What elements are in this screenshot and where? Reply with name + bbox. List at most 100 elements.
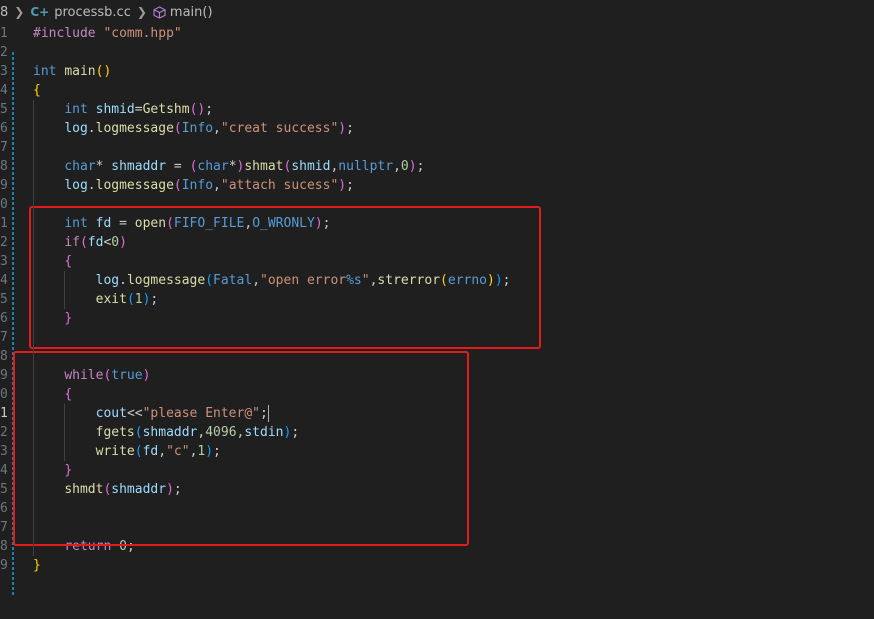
line-number: 9 (0, 178, 8, 193)
line-number: 8 (0, 159, 8, 174)
code-token: char (64, 159, 96, 174)
code-token: ; (416, 159, 425, 174)
line-number: 2 (0, 235, 8, 250)
code-token: } (33, 558, 41, 573)
line-number: 5 (0, 102, 8, 117)
code-line[interactable]: 9 log.logmessage(Info,"attach sucess"); (0, 176, 874, 195)
code-token: shmaddr (111, 159, 167, 174)
code-token: logmessage (95, 121, 174, 136)
code-token: logmessage (95, 178, 174, 193)
code-token: ( (173, 178, 182, 193)
code-token: . (87, 178, 96, 193)
line-number: 3 (0, 444, 8, 459)
indent-guide (64, 404, 66, 461)
code-token: . (87, 121, 96, 136)
code-token: () (95, 64, 112, 79)
line-code: int main() (33, 62, 111, 81)
code-token: ; (346, 121, 354, 136)
line-number: 4 (0, 273, 8, 288)
line-number: 7 (0, 330, 8, 345)
code-token: , (213, 121, 221, 136)
code-token: , (393, 159, 401, 174)
code-token: nullptr (338, 159, 394, 174)
code-token: int (33, 64, 57, 79)
code-token: ) (338, 178, 347, 193)
line-number: 3 (0, 254, 8, 269)
code-token: log (64, 178, 88, 193)
line-number: 6 (0, 311, 8, 326)
line-number: 6 (0, 121, 8, 136)
code-line[interactable]: 7 (0, 138, 874, 157)
chevron-right-icon: ❯ (136, 5, 147, 19)
line-number: 7 (0, 520, 8, 535)
code-token: ) (408, 159, 417, 174)
indent-guide (64, 271, 66, 309)
line-code: char* shmaddr = (char*)shmat(shmid,nullp… (33, 157, 424, 176)
code-line[interactable]: 9} (0, 556, 874, 575)
line-number: 6 (0, 501, 8, 516)
line-number: 2 (0, 425, 8, 440)
line-number: 1 (0, 406, 8, 421)
line-number: 1 (0, 26, 8, 41)
code-editor[interactable]: 1 #include "comm.hpp" 2 3 int main() 4{5 int … (0, 24, 874, 619)
line-code: { (33, 81, 41, 100)
line-code: } (33, 556, 41, 575)
line-number: 3 (0, 64, 8, 79)
code-token: shmat (244, 159, 284, 174)
line-number: 7 (0, 140, 8, 155)
line-number: 5 (0, 482, 8, 497)
code-token: "comm.hpp" (95, 26, 182, 41)
code-token: = (134, 102, 143, 117)
code-token: 0 (400, 159, 409, 174)
code-token: , (213, 178, 221, 193)
code-line[interactable]: 3 int main() (0, 62, 874, 81)
code-token: () (189, 102, 206, 117)
code-token: = (166, 159, 190, 174)
code-line[interactable]: 2 (0, 43, 874, 62)
code-line[interactable]: 8 char* shmaddr = (char*)shmat(shmid,nul… (0, 157, 874, 176)
code-line[interactable]: 5 int shmid=Getshm(); (0, 100, 874, 119)
breadcrumb-symbol[interactable]: main() (170, 5, 213, 20)
breadcrumb: 8 ❯ C+ processb.cc ❯ main() (0, 0, 874, 24)
code-line[interactable]: 4{ (0, 81, 874, 100)
code-token: * (95, 159, 112, 174)
line-number: 1 (0, 216, 8, 231)
line-code: int shmid=Getshm(); (33, 100, 213, 119)
line-number: 8 (0, 539, 8, 554)
line-code: log.logmessage(Info,"attach sucess"); (33, 176, 354, 195)
code-line[interactable]: 1 #include "comm.hpp" (0, 24, 874, 43)
line-number: 9 (0, 368, 8, 383)
code-token: Getshm (142, 102, 190, 117)
code-token: ; (205, 102, 214, 117)
code-token: ) (338, 121, 347, 136)
code-token: "creat success" (220, 121, 339, 136)
code-token: main (64, 64, 96, 79)
highlight-box-open-block (29, 206, 541, 349)
indent-guide (33, 100, 34, 556)
code-line[interactable]: 6 log.logmessage(Info,"creat success"); (0, 119, 874, 138)
code-token: char (197, 159, 229, 174)
code-token: ; (346, 178, 354, 193)
line-code: log.logmessage(Info,"creat success"); (33, 119, 354, 138)
code-token: shmid (95, 102, 135, 117)
line-number: 0 (0, 197, 8, 212)
line-number: 8 (0, 349, 8, 364)
code-token: "attach sucess" (220, 178, 339, 193)
code-token: ( (173, 121, 182, 136)
line-number: 4 (0, 463, 8, 478)
code-token: log (64, 121, 88, 136)
line-number: 4 (0, 83, 8, 98)
code-token: int (64, 102, 88, 117)
line-number: 5 (0, 292, 8, 307)
code-token: Info (181, 178, 214, 193)
line-number: 2 (0, 45, 8, 60)
highlight-box-loop-block (13, 351, 469, 546)
line-code: #include "comm.hpp" (33, 24, 182, 43)
breadcrumb-file[interactable]: processb.cc (54, 5, 131, 20)
line-number: 0 (0, 387, 8, 402)
method-cube-icon (153, 5, 166, 19)
